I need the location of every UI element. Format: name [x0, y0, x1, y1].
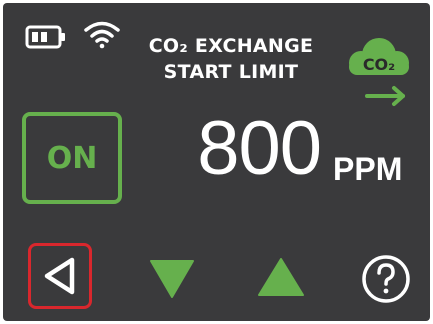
- increase-button[interactable]: [257, 257, 305, 297]
- battery-icon: [25, 25, 67, 49]
- limit-unit: PPM: [333, 151, 403, 187]
- decrease-button[interactable]: [149, 259, 195, 299]
- back-triangle-icon: [44, 257, 75, 295]
- down-triangle-icon: [150, 260, 194, 298]
- title-line-1: CO₂ EXCHANGE: [148, 35, 314, 57]
- wifi-icon: [83, 19, 121, 49]
- up-triangle-icon: [258, 258, 304, 296]
- screen-title: CO₂ EXCHANGE START LIMIT: [131, 33, 331, 85]
- back-button[interactable]: [28, 243, 92, 309]
- co2-exchange-icon: CO₂: [341, 33, 417, 111]
- cloud-label: CO₂: [363, 55, 395, 74]
- help-circle-icon: [362, 255, 410, 303]
- help-button[interactable]: [360, 253, 412, 305]
- on-toggle-button[interactable]: ON: [22, 112, 122, 204]
- co2-cloud-icon: CO₂: [349, 38, 409, 106]
- device-screen: CO₂ EXCHANGE START LIMIT CO₂ ON 800 PPM: [3, 3, 430, 321]
- limit-value: 800: [197, 106, 322, 191]
- title-line-2: START LIMIT: [163, 61, 299, 83]
- arrow-right-icon: [365, 86, 405, 106]
- on-toggle-label: ON: [46, 140, 98, 176]
